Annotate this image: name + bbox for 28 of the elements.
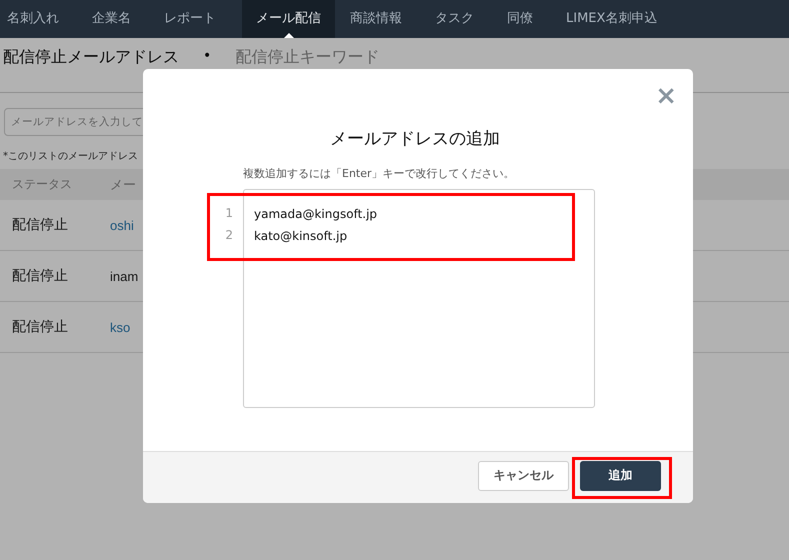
email-link[interactable]: oshi xyxy=(110,218,134,232)
nav-tab[interactable]: 名刺入れ xyxy=(0,0,77,38)
table-cell: inam xyxy=(110,268,138,284)
nav-tab[interactable]: 企業名 xyxy=(85,0,149,38)
email-link[interactable]: kso xyxy=(110,320,130,334)
dialog-title: メールアドレスの追加 xyxy=(329,128,501,150)
nav-tab[interactable]: レポート xyxy=(157,0,234,38)
add-button[interactable]: 追加 xyxy=(580,460,661,490)
nav-tab[interactable]: メール配信 xyxy=(242,0,335,38)
nav-tab[interactable]: タスク xyxy=(428,0,492,38)
note-text: *このリストのメールアドレス xyxy=(3,150,139,163)
table-cell-text: 配信停止 xyxy=(11,267,69,285)
table-cell-text: 配信停止 xyxy=(11,216,69,234)
hint-text: 複数追加するには「Enter」キーで改行してください。 xyxy=(243,166,516,181)
cancel-button[interactable]: キャンセル xyxy=(478,460,569,490)
page-tab[interactable]: 配信停止メールアドレス xyxy=(3,47,179,66)
column-header: ステータス xyxy=(11,176,73,193)
separator-dot: • xyxy=(203,47,212,66)
nav-tab[interactable]: LIMEX名刺申込 xyxy=(559,0,676,38)
table-cell-text: 配信停止 xyxy=(11,318,69,336)
line-number: 2 xyxy=(224,227,234,244)
nav-tab[interactable]: 商談情報 xyxy=(343,0,420,38)
line-number: 1 xyxy=(224,205,234,222)
email-line: kato@kinsoft.jp xyxy=(254,228,348,245)
email-line: yamada@kingsoft.jp xyxy=(254,206,378,223)
nav-tab[interactable]: 同僚 xyxy=(500,0,551,38)
column-header: メー xyxy=(110,176,136,194)
text-area[interactable]: yamada@kingsoft.jp kato@kinsoft.jp xyxy=(243,189,595,408)
